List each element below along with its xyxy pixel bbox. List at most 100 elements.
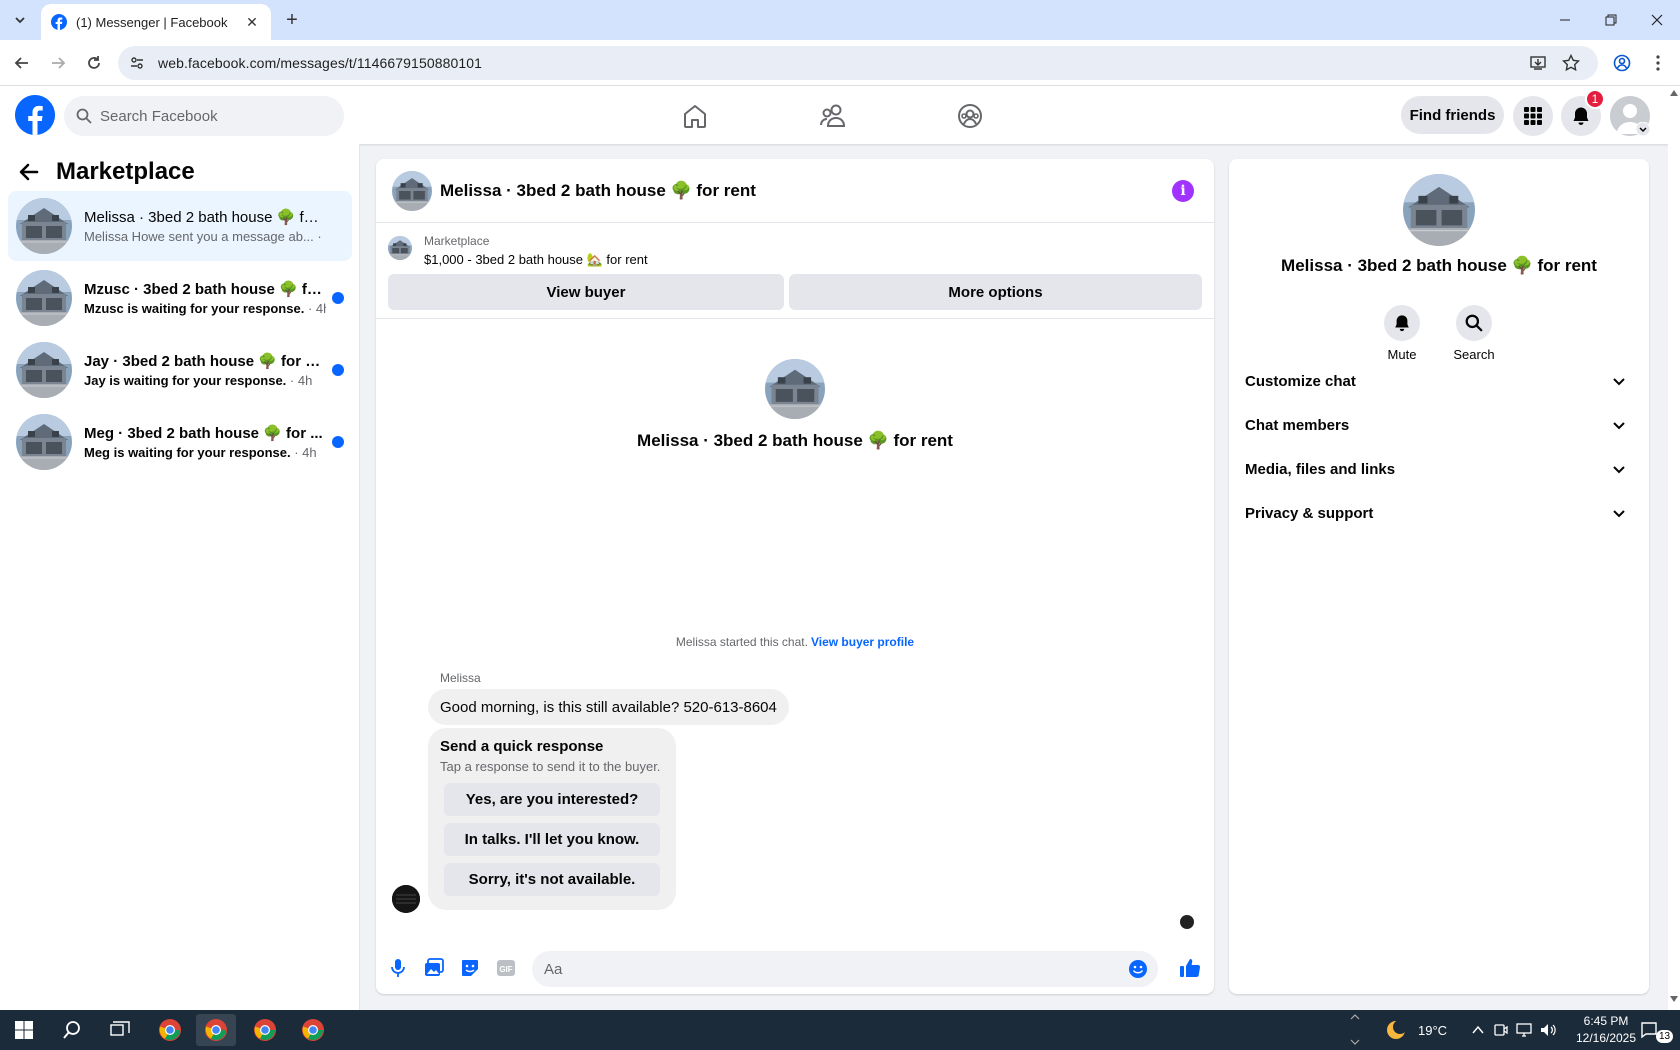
facebook-search-input[interactable] <box>100 107 320 125</box>
browser-menu-button[interactable] <box>1644 49 1672 77</box>
close-window-button[interactable] <box>1634 0 1680 40</box>
task-view-button[interactable] <box>100 1014 140 1046</box>
minimize-button[interactable] <box>1542 0 1588 40</box>
chrome-taskbar-2[interactable] <box>196 1014 236 1046</box>
conversation-item[interactable]: Meg · 3bed 2 bath house 🌳 for ... Meg is… <box>8 407 352 477</box>
back-arrow-icon[interactable] <box>18 161 40 183</box>
message-input-box[interactable] <box>532 951 1158 987</box>
chrome-taskbar-3[interactable] <box>245 1014 285 1046</box>
menu-button[interactable] <box>1513 96 1553 136</box>
customize-chat-section[interactable]: Customize chat <box>1237 359 1641 403</box>
quick-response-yes[interactable]: Yes, are you interested? <box>444 783 660 816</box>
back-button[interactable] <box>8 49 36 77</box>
arrow-right-icon <box>52 57 66 69</box>
media-files-links-section[interactable]: Media, files and links <box>1237 447 1641 491</box>
voice-clip-button[interactable] <box>386 956 410 980</box>
account-chevron-icon <box>1636 122 1650 136</box>
facebook-header: Find friends <box>0 86 1668 144</box>
meet-now-icon[interactable] <box>1494 1023 1508 1037</box>
notifications-badge: 1 <box>1585 89 1605 109</box>
chat-intro: Melissa · 3bed 2 bath house 🌳 for rent <box>376 359 1214 451</box>
chrome-icon <box>205 1019 227 1041</box>
conversation-item[interactable]: Mzusc · 3bed 2 bath house 🌳 fo... Mzusc … <box>8 263 352 333</box>
chrome-taskbar-1[interactable] <box>150 1014 190 1046</box>
conversation-preview: Meg is waiting for your response. · 4h <box>84 445 317 460</box>
scroll-down-icon[interactable] <box>1670 996 1678 1002</box>
groups-nav-button[interactable] <box>950 96 990 136</box>
chat-members-section[interactable]: Chat members <box>1237 403 1641 447</box>
seen-indicator <box>1180 915 1194 929</box>
chat-header-thumbnail[interactable] <box>392 171 432 211</box>
network-icon[interactable] <box>1516 1023 1532 1037</box>
scroll-up-icon[interactable] <box>1670 90 1678 96</box>
chrome-taskbar-4[interactable] <box>293 1014 333 1046</box>
home-nav-button[interactable] <box>675 96 715 136</box>
taskbar-search-button[interactable] <box>52 1014 92 1046</box>
site-settings-icon[interactable] <box>130 56 144 70</box>
bookmark-star-icon[interactable] <box>1562 54 1580 72</box>
browser-tab[interactable]: (1) Messenger | Facebook ✕ <box>41 4 271 40</box>
tab-close-button[interactable]: ✕ <box>243 13 261 31</box>
message-composer: GIF <box>376 943 1214 993</box>
page-scrollbar[interactable] <box>1668 86 1680 1010</box>
like-button[interactable] <box>1178 956 1202 980</box>
facebook-favicon-icon <box>51 14 67 30</box>
conversation-thumbnail <box>16 414 72 470</box>
emoji-icon[interactable] <box>1128 959 1148 979</box>
clock-time[interactable]: 6:45 PM <box>1576 1014 1636 1028</box>
message-bubble[interactable]: Good morning, is this still available? 5… <box>428 689 789 725</box>
listing-detail[interactable]: $1,000 - 3bed 2 bath house 🏡 for rent <box>424 252 648 268</box>
friends-icon <box>820 104 846 127</box>
profile-button[interactable] <box>1608 49 1636 77</box>
task-view-icon <box>110 1021 130 1036</box>
facebook-search[interactable] <box>64 96 344 136</box>
conversation-title: Jay · 3bed 2 bath house 🌳 for re... <box>84 353 326 370</box>
url-text: web.facebook.com/messages/t/114667915088… <box>158 55 483 71</box>
forward-button[interactable] <box>44 49 72 77</box>
conversation-item[interactable]: Melissa · 3bed 2 bath house 🌳 for... Mel… <box>8 191 352 261</box>
chrome-icon <box>159 1019 181 1041</box>
info-icon[interactable]: i <box>1172 180 1194 202</box>
quick-response-title: Send a quick response <box>440 738 604 755</box>
weather-temperature[interactable]: 19°C <box>1418 1023 1447 1038</box>
weather-moon-icon[interactable] <box>1385 1019 1407 1041</box>
find-friends-button[interactable]: Find friends <box>1401 96 1504 134</box>
quick-response-in-talks[interactable]: In talks. I'll let you know. <box>444 823 660 856</box>
quick-response-not-available[interactable]: Sorry, it's not available. <box>444 863 660 896</box>
facebook-logo-icon <box>15 95 55 135</box>
chat-title[interactable]: Melissa · 3bed 2 bath house 🌳 for rent <box>440 181 756 201</box>
address-bar[interactable]: web.facebook.com/messages/t/114667915088… <box>118 46 1598 80</box>
friends-nav-button[interactable] <box>813 96 853 136</box>
sender-avatar[interactable] <box>392 885 420 913</box>
message-input[interactable] <box>544 960 1104 978</box>
privacy-support-section[interactable]: Privacy & support <box>1237 491 1641 535</box>
gif-button[interactable]: GIF <box>494 956 518 980</box>
conversation-thumbnail <box>16 342 72 398</box>
sender-name: Melissa <box>440 671 481 685</box>
restore-button[interactable] <box>1588 0 1634 40</box>
scroll-up-icon[interactable] <box>1350 1014 1360 1020</box>
start-button[interactable] <box>4 1014 44 1046</box>
conversation-item[interactable]: Jay · 3bed 2 bath house 🌳 for re... Jay … <box>8 335 352 405</box>
tab-title: (1) Messenger | Facebook <box>76 14 228 30</box>
chevron-down-icon <box>15 17 25 24</box>
view-buyer-button[interactable]: View buyer <box>388 274 784 310</box>
more-options-button[interactable]: More options <box>789 274 1202 310</box>
install-app-icon[interactable] <box>1530 55 1546 71</box>
scroll-down-icon[interactable] <box>1350 1039 1360 1045</box>
conversation-preview: Jay is waiting for your response. · 4h <box>84 373 313 388</box>
facebook-logo[interactable] <box>15 95 55 135</box>
search-in-conversation-button[interactable]: Search <box>1444 305 1504 362</box>
reload-button[interactable] <box>80 49 108 77</box>
chevron-up-icon[interactable] <box>1472 1025 1484 1035</box>
search-icon <box>1465 314 1483 332</box>
new-tab-button[interactable]: + <box>280 8 304 32</box>
tab-search-button[interactable] <box>8 8 32 32</box>
clock-date[interactable]: 12/16/2025 <box>1566 1031 1646 1045</box>
volume-icon[interactable] <box>1540 1023 1556 1037</box>
photo-icon <box>425 958 444 976</box>
sticker-button[interactable] <box>458 956 482 980</box>
mute-button[interactable]: Mute <box>1372 305 1432 362</box>
view-buyer-profile-link[interactable]: View buyer profile <box>811 635 914 649</box>
attach-photo-button[interactable] <box>422 956 446 980</box>
